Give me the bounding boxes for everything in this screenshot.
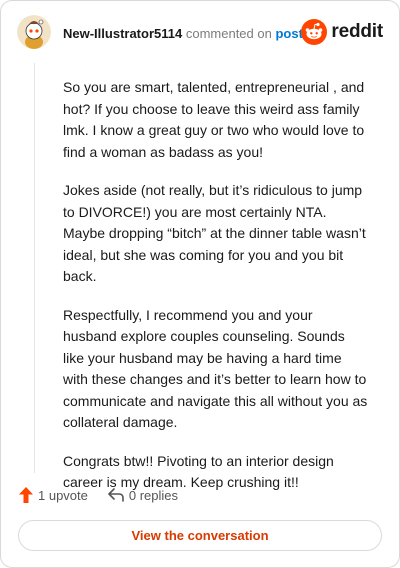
comment-paragraph: Jokes aside (not really, but it’s ridicu… [63,182,366,284]
reddit-snoo-icon [301,19,328,45]
upvote-count: 1 upvote [38,487,88,503]
view-conversation-button[interactable]: View the conversation [18,520,382,551]
comment-card: New-Illustrator5114 commented on post re… [0,0,400,568]
comment-body: So you are smart, talented, entrepreneur… [63,77,368,511]
upvote-button[interactable]: 1 upvote [19,487,88,503]
comment-headline: New-Illustrator5114 commented on post [63,26,303,42]
thread-line [34,63,35,473]
reply-button[interactable]: 0 replies [108,488,178,503]
reply-count: 0 replies [128,487,179,503]
comment-actions: 1 upvote 0 replies [19,485,198,505]
post-link[interactable]: post [275,26,302,41]
commented-on-text: commented on [185,26,272,41]
comment-paragraph: Respectfully, I recommend you and your h… [63,306,368,431]
upvote-arrow-icon [19,487,33,503]
comment-header: New-Illustrator5114 commented on post re… [17,15,383,51]
reddit-wordmark: reddit [331,21,383,42]
comment-paragraph: So you are smart, talented, entrepreneur… [63,79,365,160]
reddit-logo[interactable]: reddit [301,19,383,45]
username[interactable]: New-Illustrator5114 [63,26,182,41]
reply-arrow-icon [108,488,124,502]
snoo-avatar-icon[interactable] [17,15,51,49]
